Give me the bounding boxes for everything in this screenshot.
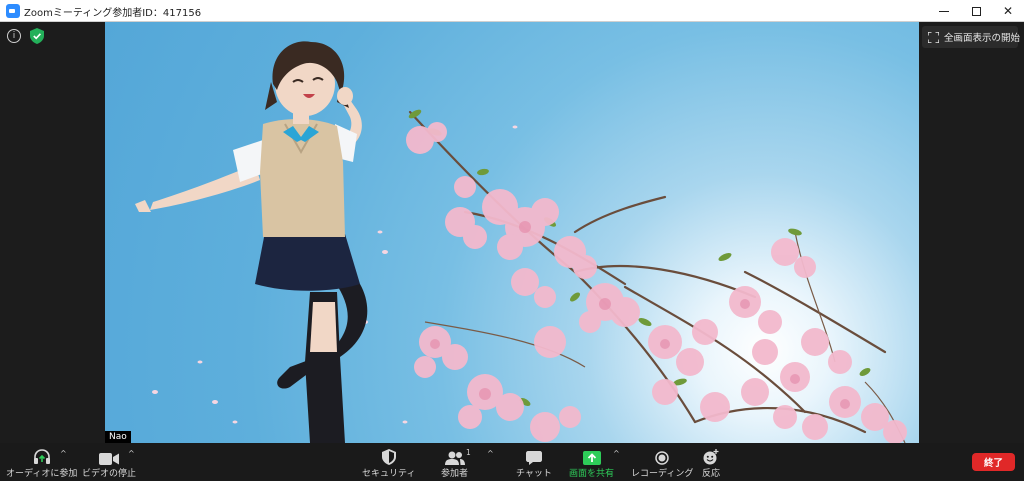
record-button[interactable]: レコーディング: [631, 443, 693, 481]
record-label: レコーディング: [631, 469, 694, 479]
minimize-button[interactable]: [928, 0, 960, 22]
reactions-button[interactable]: 反応: [702, 443, 720, 481]
participants-count: 1: [466, 448, 471, 457]
security-label: セキュリティ: [362, 469, 416, 479]
video-feed: Nao: [105, 22, 919, 443]
minimize-icon: [939, 10, 949, 12]
stop-video-label: ビデオの停止: [82, 469, 137, 479]
encryption-shield-icon[interactable]: [30, 28, 44, 44]
participants-icon: [444, 451, 465, 465]
participants-options-chevron-up-icon[interactable]: ^: [487, 449, 494, 458]
title-bar: Zoomミーティング参加者ID：417156 ✕: [0, 0, 1024, 22]
share-screen-label: 画面を共有: [569, 469, 615, 479]
maximize-icon: [971, 6, 981, 16]
fullscreen-label: 全画面表示の開始: [944, 33, 1021, 44]
meeting-stage: i Nao 全画面表示の開始: [0, 22, 1024, 443]
meeting-info-icon[interactable]: i: [7, 29, 21, 43]
participant-name-tag: Nao: [105, 431, 131, 443]
avatar-character: [135, 41, 368, 443]
chat-label: チャット: [516, 469, 552, 479]
meeting-toolbar: オーディオに参加 ^ ビデオの停止 ^ セキュリティ 参加者 1 ^ チャット …: [0, 443, 1024, 481]
security-shield-icon: [381, 449, 396, 465]
window-title: Zoomミーティング参加者ID：417156: [24, 8, 202, 19]
audio-options-chevron-up-icon[interactable]: ^: [60, 449, 67, 458]
security-button[interactable]: セキュリティ: [362, 443, 415, 481]
reactions-label: 反応: [702, 469, 721, 479]
video-scene-image: [135, 41, 907, 443]
participants-label: 参加者: [441, 469, 469, 479]
zoom-app-icon: [6, 4, 20, 18]
share-screen-icon: [582, 451, 601, 465]
headphones-icon: [33, 449, 50, 464]
share-screen-button[interactable]: 画面を共有: [569, 443, 614, 481]
maximize-button[interactable]: [960, 0, 992, 22]
chat-bubble-icon: [525, 451, 542, 465]
end-meeting-button[interactable]: 終了: [972, 453, 1015, 471]
share-options-chevron-up-icon[interactable]: ^: [613, 449, 620, 458]
record-icon: [655, 451, 669, 465]
participants-button[interactable]: 参加者: [441, 443, 468, 481]
fullscreen-icon: [928, 31, 939, 43]
chat-button[interactable]: チャット: [516, 443, 552, 481]
close-window-button[interactable]: ✕: [992, 0, 1024, 22]
smiley-reaction-icon: [703, 449, 719, 465]
video-camera-icon: [99, 453, 119, 465]
join-audio-label: オーディオに参加: [6, 469, 78, 479]
enter-fullscreen-button[interactable]: 全画面表示の開始: [922, 26, 1021, 48]
video-options-chevron-up-icon[interactable]: ^: [128, 449, 135, 458]
close-icon: ✕: [1002, 4, 1014, 18]
